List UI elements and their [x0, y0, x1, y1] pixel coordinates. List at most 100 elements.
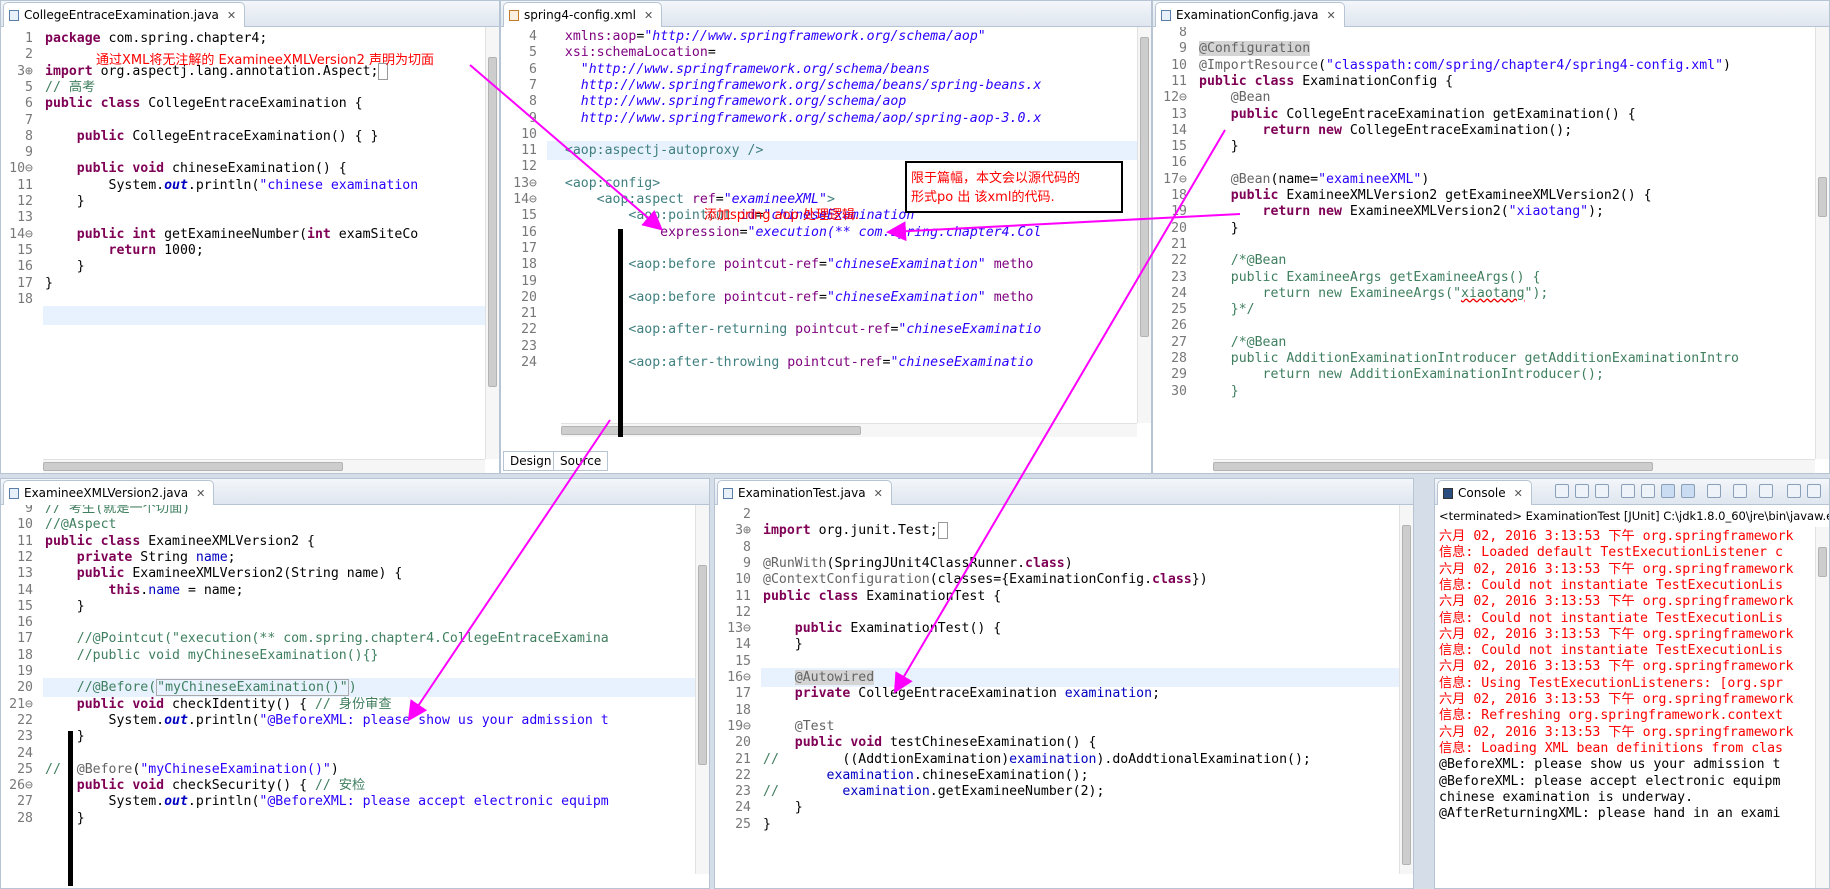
scroll-lock-icon[interactable]: [1641, 484, 1655, 498]
tab-console[interactable]: Console ✕: [1437, 480, 1532, 505]
close-icon[interactable]: ✕: [227, 9, 236, 22]
console-output[interactable]: 六月 02, 2016 3:13:53 下午 org.springframewo…: [1435, 527, 1815, 888]
code-line: return new CollegeEntraceExamination();: [1262, 122, 1573, 138]
code-line: private CollegeEntraceExamination examin…: [794, 686, 1161, 702]
vertical-scrollbar[interactable]: [1137, 27, 1151, 423]
show-on-stderr-icon[interactable]: [1681, 484, 1695, 498]
examinee-code-area[interactable]: 9// 考生(就是一个切面) 10//@Aspect 11 public class …: [1, 505, 709, 888]
code-line: }: [763, 637, 803, 653]
aspect-block-marker: [618, 229, 623, 437]
code-line: public CollegeEntraceExamination() { }: [76, 128, 379, 144]
code-line: public class CollegeEntraceExamination {: [45, 96, 363, 112]
tab-examination-test[interactable]: ExaminationTest.java ✕: [717, 480, 892, 505]
code-line: System.out.println("@BeforeXML: please a…: [45, 794, 609, 810]
console-pane: Console ✕ <terminated> ExaminationTest [J…: [1434, 478, 1830, 889]
console-icon: [1443, 488, 1453, 499]
annotation-xml-note: 限于篇幅，本文会以源代码的 形式po 出 该xml的代码.: [911, 171, 1081, 205]
line-number: 24: [521, 355, 537, 370]
open-console-icon[interactable]: [1759, 484, 1773, 498]
remove-launch-icon[interactable]: [1575, 484, 1589, 498]
vertical-scrollbar[interactable]: [1399, 505, 1413, 874]
minimize-icon[interactable]: [1787, 484, 1801, 498]
xml-file-icon: [509, 10, 519, 21]
java-file-icon: [9, 10, 19, 21]
code-line: }: [1199, 383, 1239, 399]
code-line: System.out.println("@BeforeXML: please s…: [45, 712, 609, 728]
design-tab[interactable]: Design: [503, 451, 559, 471]
code-line: }: [45, 598, 85, 614]
college-code-area[interactable]: 1 package com.spring.chapter4; 2 3⊕ import o…: [1, 27, 499, 473]
springxml-tabbar: spring4-config.xml ✕: [501, 1, 1151, 27]
test-tabbar: ExaminationTest.java ✕: [715, 479, 1413, 505]
code-line: System.out.println("chinese examination: [45, 177, 419, 193]
clear-console-icon[interactable]: [1621, 484, 1635, 498]
horizontal-scrollbar[interactable]: [43, 459, 485, 473]
code-line: import org.junit.Test;: [763, 521, 948, 540]
close-icon[interactable]: ✕: [874, 487, 883, 500]
code-line: }*/: [1199, 302, 1255, 318]
vertical-scrollbar[interactable]: [485, 27, 499, 459]
vertical-scrollbar[interactable]: [1815, 527, 1829, 888]
code-line: }: [763, 816, 771, 832]
examinee-editor-pane: ExamineeXMLVersion2.java ✕ 9// 考生(就是一个切面)…: [0, 478, 710, 889]
tab-label: CollegeEntraceExamination.java: [24, 8, 219, 22]
code-line: }: [45, 194, 85, 209]
horizontal-scrollbar[interactable]: [1213, 459, 1815, 473]
annotation-xml-aspect-note: 通过XML将无注解的 ExamineeXMLVersion2 声明为切面: [96, 53, 435, 68]
code-line: }: [45, 275, 53, 291]
code-line: // examination.getExamineeNumber(2);: [763, 784, 1105, 800]
java-file-icon: [9, 488, 19, 499]
tab-label: ExaminationConfig.java: [1176, 8, 1319, 22]
source-tab[interactable]: Source: [553, 451, 609, 471]
tab-spring4-config-xml[interactable]: spring4-config.xml ✕: [503, 2, 663, 27]
config-editor-pane: ExaminationConfig.java ✕ 8 9 @Configuration…: [1152, 0, 1830, 474]
code-line: <aop:aspectj-autoproxy />: [564, 143, 764, 159]
test-code-area[interactable]: 2 3⊕ import org.junit.Test; 8 9 @RunWith(Spr…: [715, 505, 1413, 888]
console-tabbar: Console ✕: [1435, 479, 1829, 505]
show-on-stdout-icon[interactable]: [1661, 484, 1675, 498]
display-selected-console-icon[interactable]: [1733, 484, 1747, 498]
close-icon[interactable]: ✕: [196, 487, 205, 500]
tab-label: Console: [1458, 486, 1506, 500]
code-line: package com.spring.chapter4;: [45, 31, 268, 46]
code-line: }: [45, 729, 85, 745]
vertical-scrollbar[interactable]: [1815, 27, 1829, 459]
line-number: 18: [17, 291, 33, 307]
method-block-marker: [68, 731, 73, 886]
close-icon[interactable]: ✕: [644, 9, 653, 22]
vertical-scrollbar[interactable]: [695, 505, 709, 874]
maximize-icon[interactable]: [1807, 484, 1821, 498]
test-editor-pane: ExaminationTest.java ✕ 2 3⊕ import org.juni…: [714, 478, 1414, 889]
code-line: return new ExamineeXMLVersion2("xiaotang…: [1262, 204, 1604, 220]
college-editor-pane: CollegeEntraceExamination.java ✕ 1 package…: [0, 0, 500, 474]
close-icon[interactable]: ✕: [1514, 487, 1523, 500]
code-line: http://www.springframework.org/schema/ao…: [580, 110, 1042, 126]
remove-all-icon[interactable]: [1595, 484, 1609, 498]
terminate-icon[interactable]: [1555, 484, 1569, 498]
code-line: }: [1199, 139, 1239, 155]
java-file-icon: [1161, 10, 1171, 21]
tab-label: ExamineeXMLVersion2.java: [24, 486, 189, 500]
line-number: 30: [1171, 383, 1187, 399]
tab-examinee-xml-version2[interactable]: ExamineeXMLVersion2.java ✕: [3, 480, 215, 505]
examinee-tabbar: ExamineeXMLVersion2.java ✕: [1, 479, 709, 505]
code-line: //public void myChineseExamination(){}: [76, 647, 379, 663]
springxml-code-area[interactable]: 4 xmlns:aop="http://www.springframework.…: [501, 27, 1151, 437]
config-code-area[interactable]: 8 9 @Configuration 10 @ImportResource("class…: [1153, 27, 1829, 473]
code-line: }: [1199, 220, 1239, 236]
tab-examination-config[interactable]: ExaminationConfig.java ✕: [1155, 2, 1345, 27]
console-status: <terminated> ExaminationTest [JUnit] C:\…: [1439, 509, 1830, 523]
current-line-highlight: [43, 306, 485, 326]
pin-console-icon[interactable]: [1707, 484, 1721, 498]
tab-label: ExaminationTest.java: [738, 486, 866, 500]
tab-college-entrace-examination[interactable]: CollegeEntraceExamination.java ✕: [3, 2, 246, 27]
config-tabbar: ExaminationConfig.java ✕: [1153, 1, 1829, 27]
line-number: 25: [735, 816, 751, 832]
code-line: return new AdditionExaminationIntroducer…: [1199, 367, 1604, 383]
close-icon[interactable]: ✕: [1326, 9, 1335, 22]
code-line: public class ExaminationTest {: [763, 588, 1002, 604]
spring-xml-editor-pane: spring4-config.xml ✕ 4 xmlns:aop="http://…: [500, 0, 1152, 474]
code-line: }: [45, 810, 85, 826]
line-number: 28: [17, 810, 33, 826]
horizontal-scrollbar[interactable]: [561, 423, 1137, 437]
